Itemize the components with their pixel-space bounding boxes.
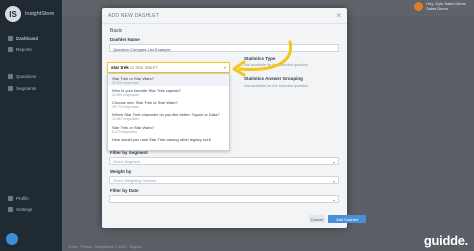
- filter-segment-label: Filter by Segment: [110, 150, 148, 155]
- sidebar-item-label: Dashboard: [16, 36, 39, 41]
- add-dashlet-button[interactable]: Add Dashlet: [328, 215, 366, 223]
- guidde-logo: guidde.: [423, 233, 468, 248]
- dropdown-option[interactable]: Choose one: Star Trek or Star Wars? 39,77…: [108, 99, 229, 111]
- user-name-block: Hey, Kyle Sales Demo Sales Demo: [426, 1, 466, 11]
- filter-date-label: Filter by Date: [110, 188, 139, 193]
- option-text: Star Trek or Star Wars?: [112, 124, 154, 130]
- option-responses: 39,776 responses: [112, 105, 139, 109]
- option-text: Star Trek or Star Wars?: [112, 75, 154, 81]
- option-text: How would you rank Star Trek among other…: [112, 136, 211, 142]
- dropdown-option[interactable]: Star Trek or Star Wars? 8,473 responses: [108, 123, 229, 135]
- option-responses: 8,473 responses: [112, 129, 138, 134]
- chevron-down-icon: ▾: [332, 197, 335, 203]
- sidebar-item-label: Settings: [16, 207, 33, 212]
- dashlet-name-input[interactable]: Question Compare List Example: [109, 44, 339, 52]
- settings-icon: [8, 207, 13, 212]
- question-dropdown: Star Trek or Star Wars? 49,300 responses …: [107, 73, 230, 151]
- search-text: star trek or Star Wars?: [111, 65, 158, 70]
- dashboard-icon: [8, 36, 13, 41]
- sidebar-item-segments[interactable]: Segments: [8, 86, 36, 91]
- option-responses: 49,300 responses: [112, 80, 139, 85]
- weight-label: Weight by: [110, 169, 132, 174]
- avatar: [414, 2, 424, 11]
- footer-text: Terms · Privacy · InsightStore © 2023 · …: [68, 245, 142, 249]
- close-icon[interactable]: ×: [336, 11, 341, 20]
- weight-value: Select Weighting Scheme: [113, 178, 157, 183]
- modal-title: ADD NEW DASHLET: [108, 12, 160, 19]
- sidebar-item-label: Questions: [16, 74, 37, 79]
- sidebar-item-label: Profile: [16, 196, 29, 201]
- help-avatar[interactable]: [6, 233, 18, 245]
- filter-date-select[interactable]: ▾: [109, 195, 339, 203]
- weight-select[interactable]: Select Weighting Scheme ▾: [109, 176, 339, 184]
- chevron-down-icon: ▾: [332, 159, 335, 165]
- sidebar-item-label: Segments: [16, 86, 37, 91]
- dashlet-name-label: Dashlet Name: [110, 37, 140, 42]
- sidebar-item-profile[interactable]: Profile: [8, 196, 29, 201]
- sidebar-item-questions[interactable]: Questions: [8, 74, 36, 79]
- segments-icon: [8, 86, 13, 91]
- dropdown-option[interactable]: Star Trek or Star Wars? 49,300 responses: [108, 74, 229, 87]
- option-responses: 10,667 responses: [112, 117, 139, 122]
- section-basic: Basic: [110, 28, 123, 34]
- dropdown-option[interactable]: Who is your favorite Star Trek captain? 4…: [108, 86, 229, 98]
- modal-header: ADD NEW DASHLET ×: [102, 8, 347, 24]
- sidebar-item-label: Reports: [16, 47, 32, 52]
- option-responses: 43,891 responses: [112, 92, 139, 97]
- cancel-button[interactable]: Cancel: [309, 215, 325, 223]
- search-suggestion-text: or Star Wars?: [130, 65, 158, 70]
- filter-segment-value: Select Segment: [113, 159, 140, 164]
- sidebar-item-reports[interactable]: Reports: [8, 47, 32, 52]
- filter-segment-select[interactable]: Select Segment ▾: [109, 157, 339, 165]
- logo-badge: IS: [5, 6, 21, 22]
- logo-text: InsightStore: [25, 11, 55, 17]
- app-logo[interactable]: IS InsightStore: [5, 6, 54, 22]
- question-search-input[interactable]: star trek or Star Wars? ▾: [107, 62, 230, 73]
- chevron-down-icon[interactable]: ▾: [224, 65, 226, 70]
- tutorial-arrow-icon: [232, 40, 293, 77]
- user-menu[interactable]: Hey, Kyle Sales Demo Sales Demo: [414, 1, 466, 11]
- chevron-down-icon: ▾: [332, 178, 335, 184]
- dropdown-option[interactable]: How would you rank Star Trek among other…: [108, 135, 229, 143]
- sidebar-item-dashboard[interactable]: Dashboard: [8, 36, 38, 41]
- sidebar-item-settings[interactable]: Settings: [8, 207, 32, 212]
- answer-grouping-hint: Not available for the selected question: [244, 84, 309, 88]
- profile-icon: [8, 196, 13, 201]
- user-sub: Sales Demo: [426, 5, 449, 11]
- search-typed-text: star trek: [111, 65, 129, 70]
- reports-icon: [8, 47, 13, 52]
- questions-icon: [8, 74, 13, 79]
- sidebar: IS InsightStore Dashboard Reports Questi…: [0, 0, 62, 251]
- dropdown-option[interactable]: Which Star Trek character do you like be…: [108, 111, 229, 123]
